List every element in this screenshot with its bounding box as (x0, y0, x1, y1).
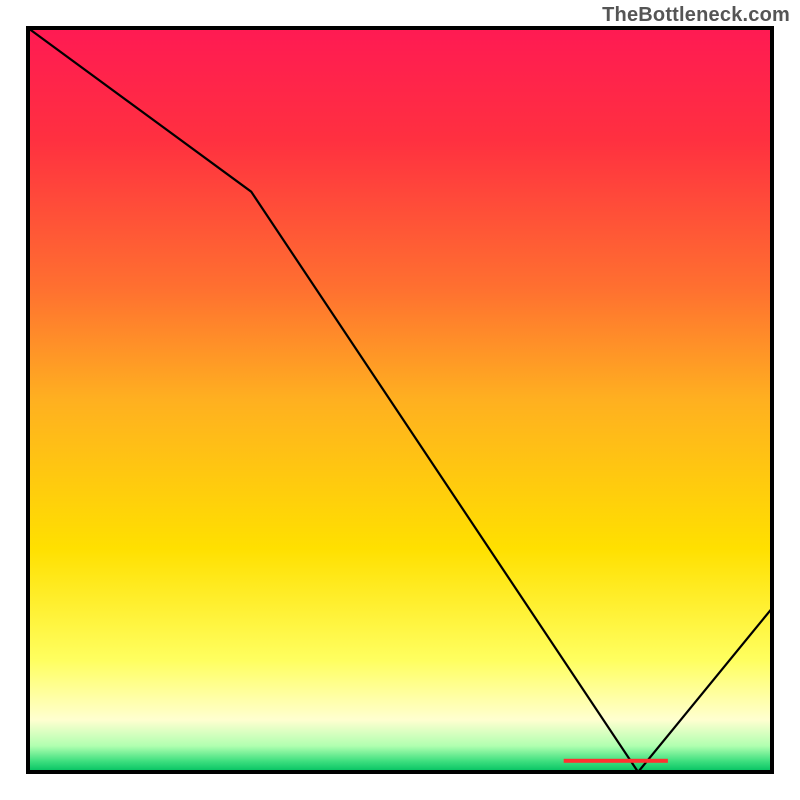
chart-root: TheBottleneck.com (0, 0, 800, 800)
bottleneck-chart (0, 0, 800, 800)
plot-background (28, 28, 772, 772)
optimal-marker (564, 759, 668, 763)
